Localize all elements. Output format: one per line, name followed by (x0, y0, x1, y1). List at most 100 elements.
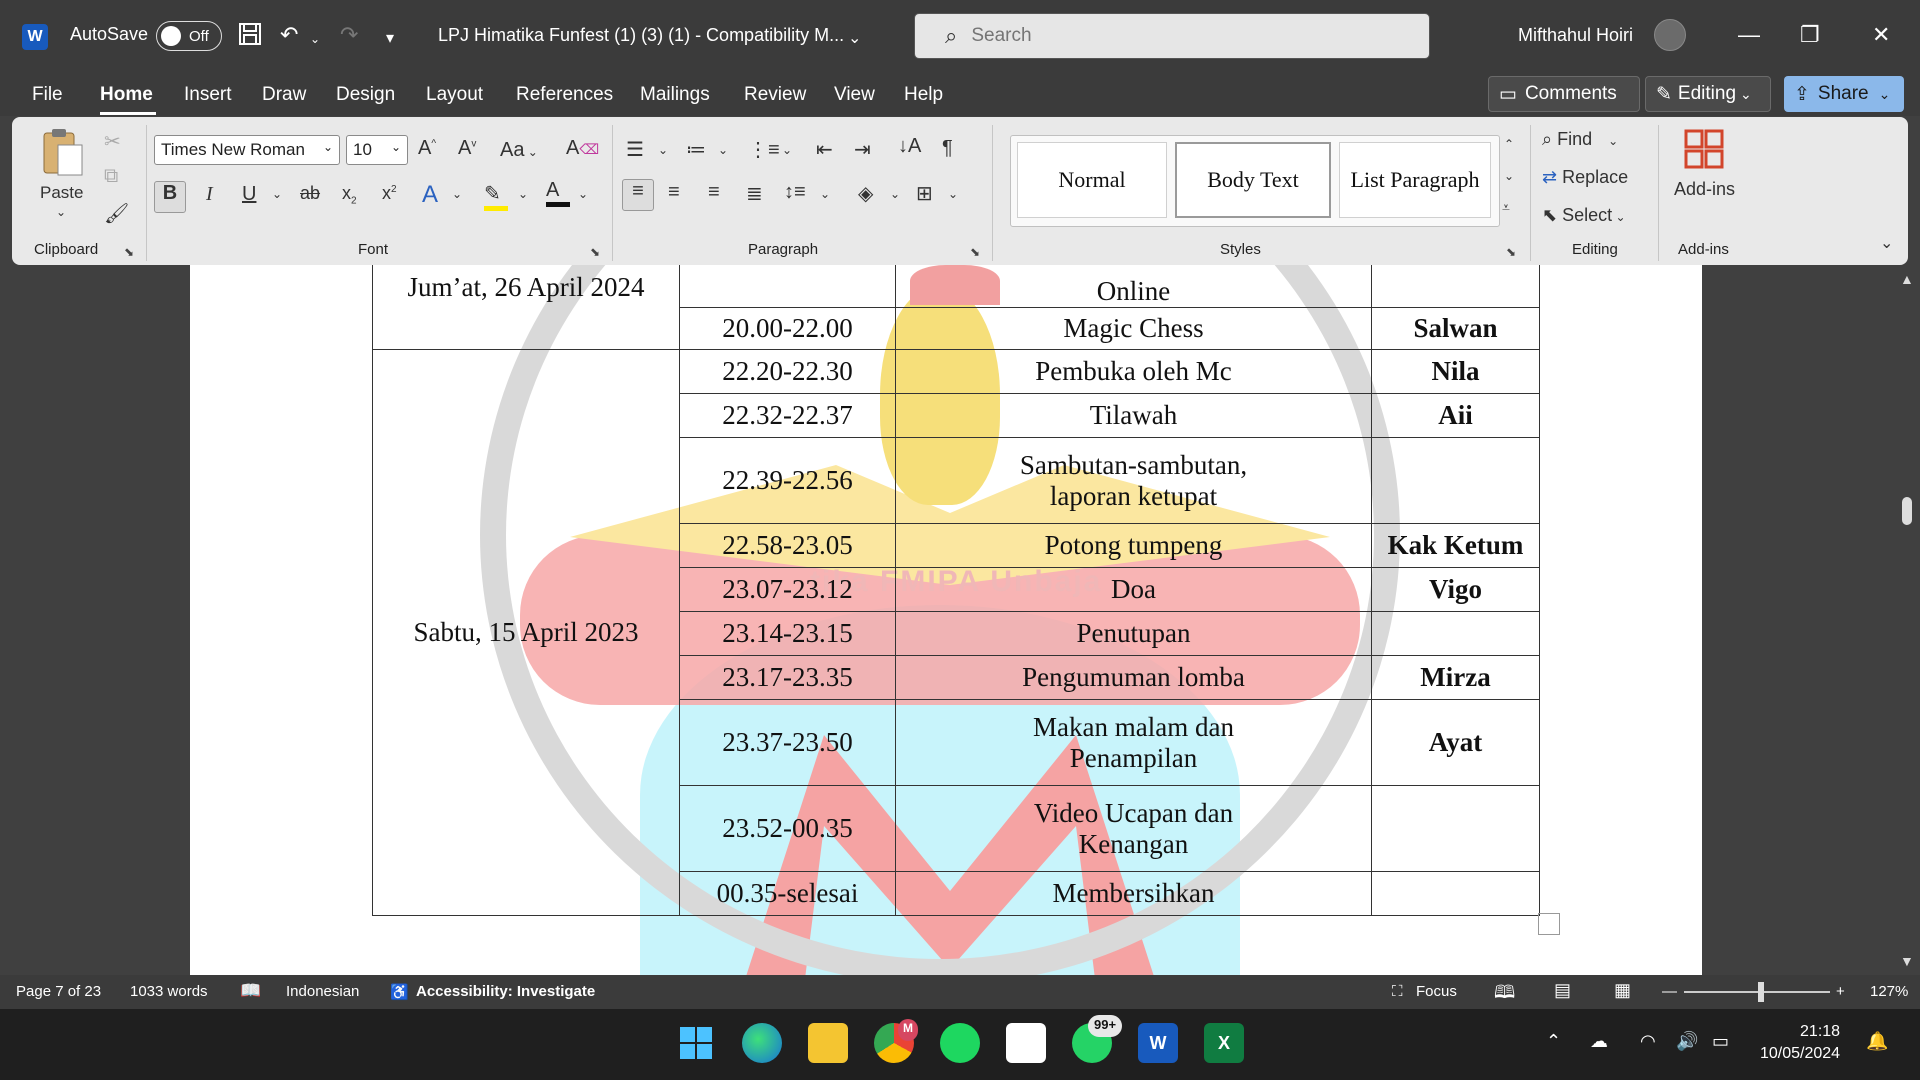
find-button[interactable]: ⌕ Find ⌄ (1542, 129, 1618, 150)
font-name-dropdown[interactable]: Times New Roman ⌄ (154, 135, 340, 165)
paste-label[interactable]: Paste (40, 183, 83, 203)
customize-toolbar-icon[interactable]: ▾ (386, 28, 394, 48)
zoom-slider-knob[interactable] (1758, 982, 1764, 1002)
zoom-level[interactable]: 127% (1870, 983, 1908, 1000)
styles-scroll-up-icon[interactable]: ⌃ (1504, 137, 1514, 151)
word-count[interactable]: 1033 words (130, 983, 208, 1000)
onedrive-icon[interactable]: ☁ (1590, 1031, 1608, 1052)
underline-dropdown-icon[interactable]: ⌄ (272, 187, 282, 201)
shrink-font-icon[interactable]: Av (458, 137, 476, 160)
document-page[interactable]: tika FMIPA Unbaja Jum’at, 26 April 2024 … (190, 265, 1702, 975)
table-resize-handle[interactable] (1538, 913, 1560, 935)
tab-design[interactable]: Design (336, 84, 395, 106)
cut-icon[interactable]: ✂ (104, 129, 121, 154)
search-input[interactable] (971, 25, 1352, 47)
subscript-button[interactable]: x2 (342, 183, 357, 207)
bullets-icon[interactable]: ☰ (626, 137, 644, 162)
styles-scroll-down-icon[interactable]: ⌄ (1504, 169, 1514, 183)
word-taskbar-icon[interactable]: W (1138, 1023, 1178, 1063)
text-effects-icon[interactable]: A (422, 181, 438, 209)
paste-dropdown-icon[interactable]: ⌄ (56, 205, 66, 219)
strikethrough-button[interactable]: ab (300, 183, 320, 204)
increase-indent-icon[interactable]: ⇥ (854, 137, 871, 162)
numbering-icon[interactable]: ≔ (686, 137, 706, 162)
tab-view[interactable]: View (834, 84, 875, 106)
tab-references[interactable]: References (516, 84, 613, 106)
print-layout-icon[interactable]: ▤ (1554, 980, 1571, 1001)
collapse-ribbon-icon[interactable]: ⌄ (1880, 233, 1893, 253)
proofing-icon[interactable]: 📖 (240, 981, 261, 1001)
document-title[interactable]: LPJ Himatika Funfest (1) (3) (1) - Compa… (438, 25, 844, 46)
align-right-icon[interactable]: ≡ (708, 181, 720, 204)
font-color-icon[interactable]: A (546, 179, 570, 207)
focus-icon[interactable]: ⛶ (1392, 983, 1403, 1000)
styles-launcher-icon[interactable]: ⬊ (1506, 245, 1516, 259)
tab-layout[interactable]: Layout (426, 84, 483, 106)
search-box[interactable]: ⌕ (914, 13, 1430, 59)
tab-review[interactable]: Review (744, 84, 806, 106)
share-button[interactable]: ⇪ Share ⌄ (1784, 76, 1904, 112)
replace-button[interactable]: ⇄ Replace (1542, 167, 1628, 188)
microsoft-store-icon[interactable] (1006, 1023, 1046, 1063)
notification-bell-icon[interactable]: 🔔 (1866, 1031, 1888, 1052)
sort-icon[interactable]: ↓A (898, 135, 921, 158)
addins-button[interactable]: Add-ins (1674, 179, 1735, 200)
scrollbar-thumb[interactable] (1902, 497, 1912, 525)
numbering-dropdown-icon[interactable]: ⌄ (718, 143, 728, 157)
minimize-icon[interactable]: — (1738, 22, 1760, 48)
line-spacing-icon[interactable]: ↕≡ (784, 181, 806, 204)
tab-home[interactable]: Home (100, 84, 153, 106)
wifi-icon[interactable]: ◠ (1640, 1031, 1656, 1052)
tab-insert[interactable]: Insert (184, 84, 232, 106)
accessibility-icon[interactable]: ♿ (390, 983, 409, 1001)
change-case-button[interactable]: Aa ⌄ (500, 139, 538, 162)
style-list-paragraph[interactable]: List Paragraph (1339, 142, 1491, 218)
battery-icon[interactable]: ▭ (1712, 1031, 1729, 1052)
decrease-indent-icon[interactable]: ⇤ (816, 137, 833, 162)
edge-icon[interactable] (742, 1023, 782, 1063)
borders-dropdown-icon[interactable]: ⌄ (948, 187, 958, 201)
save-icon[interactable] (238, 22, 262, 52)
start-icon[interactable] (676, 1023, 716, 1063)
multilevel-list-icon[interactable]: ⋮≡ (748, 137, 780, 162)
font-color-dropdown-icon[interactable]: ⌄ (578, 187, 588, 201)
bold-button[interactable]: B (154, 181, 186, 213)
show-formatting-icon[interactable]: ¶ (942, 137, 953, 160)
language-label[interactable]: Indonesian (286, 983, 359, 1000)
tray-chevron-icon[interactable]: ⌃ (1546, 1031, 1561, 1052)
align-left-button[interactable]: ≡ (622, 179, 654, 211)
restore-icon[interactable]: ❐ (1800, 22, 1820, 48)
paragraph-launcher-icon[interactable]: ⬊ (970, 245, 980, 259)
volume-icon[interactable]: 🔊 (1676, 1031, 1698, 1052)
zoom-out-icon[interactable]: — (1662, 983, 1677, 1000)
redo-icon[interactable]: ↷ (340, 22, 358, 48)
editing-mode-button[interactable]: ✎ Editing ⌄ (1645, 76, 1771, 112)
format-painter-icon[interactable]: 🖌 (104, 201, 129, 226)
undo-icon[interactable]: ↶ (280, 22, 298, 48)
vertical-scrollbar[interactable]: ▲ ▼ (1894, 265, 1920, 975)
accessibility-status[interactable]: Accessibility: Investigate (416, 983, 595, 1000)
italic-button[interactable]: I (206, 183, 213, 206)
superscript-button[interactable]: x2 (382, 183, 397, 204)
tab-mailings[interactable]: Mailings (640, 84, 710, 106)
styles-more-icon[interactable]: ⩡ (1502, 199, 1510, 216)
clipboard-launcher-icon[interactable]: ⬊ (124, 245, 134, 259)
multilevel-dropdown-icon[interactable]: ⌄ (782, 143, 792, 157)
clock[interactable]: 21:18 10/05/2024 (1760, 1021, 1840, 1065)
justify-icon[interactable]: ≣ (746, 181, 763, 206)
highlight-icon[interactable]: ✎ (484, 181, 508, 211)
page-count[interactable]: Page 7 of 23 (16, 983, 101, 1000)
highlight-dropdown-icon[interactable]: ⌄ (518, 187, 528, 201)
addins-icon[interactable] (1684, 129, 1724, 175)
zoom-slider-track[interactable] (1684, 991, 1830, 993)
paste-button[interactable] (40, 127, 84, 185)
excel-icon[interactable]: X (1204, 1023, 1244, 1063)
style-body-text[interactable]: Body Text (1175, 142, 1331, 218)
bullets-dropdown-icon[interactable]: ⌄ (658, 143, 668, 157)
title-chevron-icon[interactable]: ⌄ (848, 28, 861, 48)
clear-formatting-icon[interactable]: A⌫ (566, 137, 599, 160)
shading-icon[interactable]: ◈ (858, 181, 873, 206)
align-center-icon[interactable]: ≡ (668, 181, 680, 204)
copy-icon[interactable]: ⧉ (104, 165, 118, 188)
autosave-toggle[interactable]: Off (156, 21, 222, 51)
